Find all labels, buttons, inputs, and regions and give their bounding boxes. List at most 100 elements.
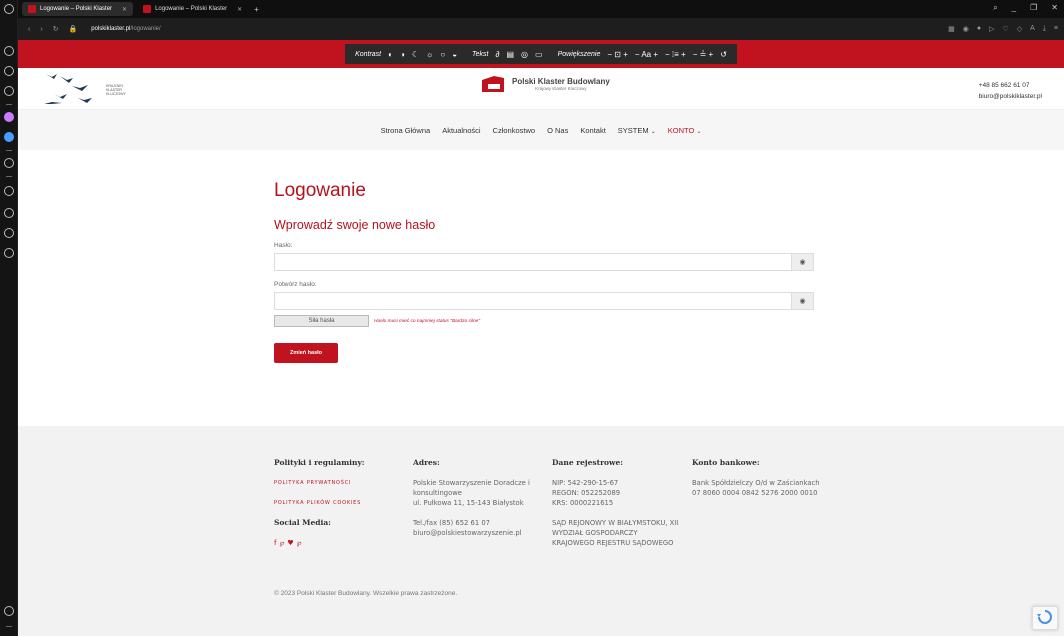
strength-hint: Hasło musi mieć co najmniej status "Bard… xyxy=(374,318,481,324)
browser-logo-icon[interactable] xyxy=(4,4,14,14)
contrast-invert-icon[interactable]: ◑ xyxy=(400,50,405,59)
dark-mode-icon[interactable]: ☾ xyxy=(412,50,419,59)
nav-czlonkostwo[interactable]: Członkostwo xyxy=(493,126,536,135)
new-tab-button[interactable]: + xyxy=(254,5,259,14)
letter-spacing-control[interactable]: − ≟ + xyxy=(693,50,714,59)
reload-icon[interactable]: ↻ xyxy=(53,25,59,33)
url-domain: polskiklaster.pl xyxy=(91,26,131,32)
nav-strona-glowna[interactable]: Strona Główna xyxy=(381,126,431,135)
change-password-button[interactable]: Zmień hasło xyxy=(274,343,338,363)
close-tab-icon[interactable]: ✕ xyxy=(237,6,242,13)
site-favicon-icon xyxy=(28,5,36,13)
image-icon[interactable] xyxy=(4,606,14,616)
copyright: © 2023 Polski Klaster Budowlany. Wszelki… xyxy=(274,590,458,597)
target-icon[interactable]: ◎ xyxy=(521,50,528,59)
translate-icon[interactable]: A xyxy=(1030,25,1035,33)
close-tab-icon[interactable]: ✕ xyxy=(122,6,127,13)
address-bar: ‹ › ↻ 🔒 polskiklaster.pl/logowanie/ ▦ ◉ … xyxy=(18,18,1064,40)
polski-klaster-logo[interactable]: Polski Klaster Budowlany Krajowy Klaster… xyxy=(480,74,610,94)
bag-icon[interactable] xyxy=(4,66,14,76)
close-window-icon[interactable]: ✕ xyxy=(1051,3,1058,13)
show-password-icon[interactable]: ◉ xyxy=(792,292,814,310)
player-icon[interactable] xyxy=(4,158,14,168)
address-phone: Tel./fax (85) 652 61 07 xyxy=(413,519,490,527)
nav-system[interactable]: SYSTEM ⌄ xyxy=(618,126,656,135)
play-icon[interactable]: ▷ xyxy=(989,25,994,33)
header-email[interactable]: biuro@polskiklaster.pl xyxy=(979,91,1042,102)
site-favicon-icon xyxy=(143,5,152,13)
powiekszenie-label: Powiększenie xyxy=(557,50,601,58)
header-phone[interactable]: +48 85 662 61 07 xyxy=(979,80,1042,91)
url-field[interactable]: polskiklaster.pl/logowanie/ xyxy=(91,26,160,32)
site-footer: Polityki i regulaminy: POLITYKA PRYWATNO… xyxy=(18,426,1064,636)
nav-o-nas[interactable]: O Nas xyxy=(547,126,568,135)
messenger-icon[interactable] xyxy=(4,112,14,122)
show-password-icon[interactable]: ◉ xyxy=(792,253,814,271)
cube-icon[interactable] xyxy=(4,228,14,238)
page-title: Logowanie xyxy=(274,180,366,201)
gear-icon[interactable] xyxy=(4,248,14,258)
yellow-contrast-icon[interactable]: ◒ xyxy=(452,50,457,59)
site-subtitle: Krajowy Klaster Kluczowy xyxy=(535,86,587,91)
tab-active[interactable]: Logowanie – Polski Klaster ✕ xyxy=(22,2,134,16)
contrast-icon[interactable]: ◐ xyxy=(388,50,393,59)
heart-icon[interactable]: ♡ xyxy=(1002,25,1008,33)
web-page: Kontrast ◐ ◑ ☾ ☼ ○ ◒ Tekst ∂ ▤ ◎ ▭ Powię… xyxy=(18,40,1064,636)
chevron-down-icon: ⌄ xyxy=(696,128,702,135)
footer-heading: Dane rejestrowe: xyxy=(552,458,624,467)
settings-icon[interactable] xyxy=(4,86,14,96)
footer-registry: Dane rejestrowe: NIP: 542-290-15-67 REGO… xyxy=(552,458,682,548)
footer-policies: Polityki i regulaminy: POLITYKA PRYWATNO… xyxy=(274,458,404,548)
clock-icon[interactable] xyxy=(4,208,14,218)
cookie-policy-link[interactable]: POLITYKA PLIKÓW COOKIES xyxy=(274,498,404,508)
grayscale-icon[interactable]: ○ xyxy=(440,50,445,59)
minimize-icon[interactable]: _ xyxy=(1012,3,1016,13)
address-email[interactable]: biuro@polskiestowarzyszenie.pl xyxy=(413,528,543,538)
forward-icon[interactable]: › xyxy=(40,26,42,33)
confirm-password-input[interactable] xyxy=(274,292,792,310)
back-icon[interactable]: ‹ xyxy=(28,26,30,33)
twitter-icon[interactable]: ♥ xyxy=(287,539,296,547)
krajowy-klaster-logo[interactable]: KRAJOWY KLASTER KLUCZOWY xyxy=(42,72,172,106)
more-icon[interactable] xyxy=(6,626,12,627)
privacy-policy-link[interactable]: POLITYKA PRYWATNOŚCI xyxy=(274,478,404,488)
social-heading: Social Media: xyxy=(274,518,331,527)
registry-krs: KRS: 0000221615 xyxy=(552,499,614,507)
link-icon[interactable]: ∂ xyxy=(496,50,500,59)
password-row: ◉ xyxy=(274,253,834,271)
font-icon[interactable]: ▤ xyxy=(506,50,514,59)
line-height-control[interactable]: − ⁞≡ + xyxy=(665,50,686,59)
reset-icon[interactable]: ↺ xyxy=(720,50,727,59)
cube-icon[interactable]: ◇ xyxy=(1017,25,1022,33)
site-title: Polski Klaster Budowlany xyxy=(512,77,610,86)
zoom-control[interactable]: − ⊡ + xyxy=(607,50,628,59)
camera-icon[interactable]: ◉ xyxy=(963,25,969,33)
download-icon[interactable]: ⤓ xyxy=(1043,25,1046,33)
footer-heading: Polityki i regulaminy: xyxy=(274,458,365,467)
menu-icon[interactable]: ≡ xyxy=(1054,25,1058,33)
document-icon[interactable]: ▭ xyxy=(535,50,543,59)
pinterest-icon[interactable]: ℘ xyxy=(297,539,305,547)
reader-icon[interactable]: ▦ xyxy=(948,25,955,33)
nav-aktualnosci[interactable]: Aktualności xyxy=(442,126,480,135)
recaptcha-badge[interactable] xyxy=(1032,606,1058,630)
tab-inactive[interactable]: Logowanie – Polski Klaster ✕ xyxy=(137,2,248,16)
footer-heading: Adres: xyxy=(413,458,440,467)
shield-icon[interactable]: ● xyxy=(977,25,981,33)
nav-kontakt[interactable]: Kontakt xyxy=(580,126,605,135)
accessibility-bar: Kontrast ◐ ◑ ☾ ☼ ○ ◒ Tekst ∂ ▤ ◎ ▭ Powię… xyxy=(18,40,1064,68)
password-input[interactable] xyxy=(274,253,792,271)
nav-konto[interactable]: KONTO ⌄ xyxy=(668,126,702,135)
font-size-control[interactable]: − Aa + xyxy=(635,50,658,59)
footer-address: Adres: Polskie Stowarzyszenie Doradcze i… xyxy=(413,458,543,538)
home-icon[interactable] xyxy=(4,46,14,56)
footer-heading: Konto bankowe: xyxy=(692,458,760,467)
light-mode-icon[interactable]: ☼ xyxy=(426,50,433,59)
nav-konto-label: KONTO xyxy=(667,125,695,135)
address-street: ul. Pułkowa 11, 15-143 Białystok xyxy=(413,499,524,507)
search-icon[interactable]: ⌕ xyxy=(993,3,997,13)
twitter-icon[interactable] xyxy=(4,132,14,142)
maximize-icon[interactable]: ❐ xyxy=(1030,3,1037,13)
header-contact: +48 85 662 61 07 biuro@polskiklaster.pl xyxy=(979,80,1042,102)
edit-icon[interactable] xyxy=(4,186,14,196)
